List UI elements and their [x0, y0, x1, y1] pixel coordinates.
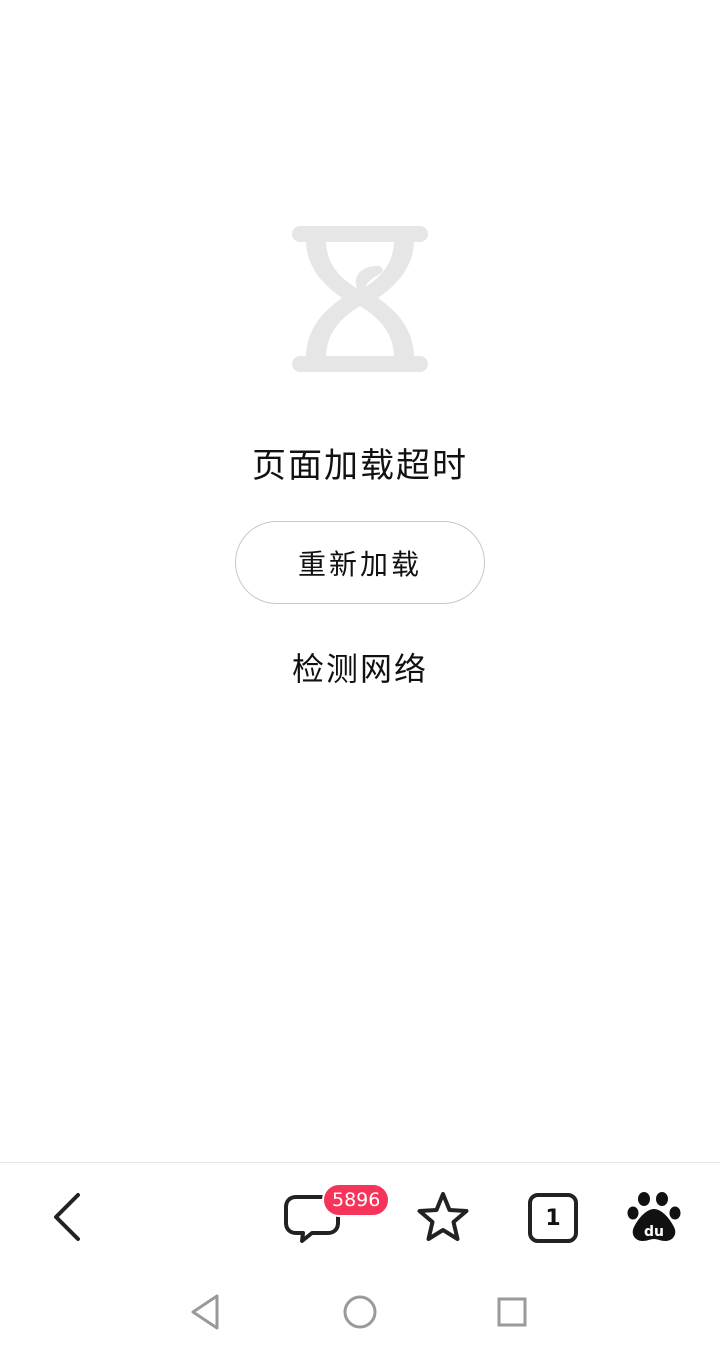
chevron-left-icon [54, 1193, 80, 1241]
bottom-toolbar: 5896 1 du [0, 1162, 720, 1272]
circle-home-icon [343, 1295, 377, 1329]
back-button[interactable] [40, 1189, 96, 1245]
svg-text:du: du [644, 1224, 664, 1240]
system-home-button[interactable] [338, 1290, 382, 1334]
triangle-back-icon [191, 1294, 219, 1330]
hourglass-icon [292, 226, 428, 372]
square-recents-icon [497, 1297, 527, 1327]
system-navigation-bar [0, 1272, 720, 1350]
tabs-button[interactable]: 1 [526, 1191, 580, 1245]
error-title: 页面加载超时 [252, 446, 468, 486]
page: 页面加载超时 重新加载 检测网络 5896 1 du [0, 0, 720, 1350]
messages-badge: 5896 [322, 1183, 391, 1217]
check-network-link[interactable]: 检测网络 [0, 644, 720, 690]
favorites-button[interactable] [414, 1189, 472, 1247]
tabs-count: 1 [545, 1205, 561, 1231]
reload-button[interactable]: 重新加载 [235, 521, 485, 604]
system-back-button[interactable] [184, 1290, 228, 1334]
system-recents-button[interactable] [490, 1290, 534, 1334]
baidu-paw-icon: du [627, 1192, 681, 1241]
baidu-home-button[interactable]: du [626, 1189, 682, 1245]
star-icon [417, 1192, 469, 1241]
